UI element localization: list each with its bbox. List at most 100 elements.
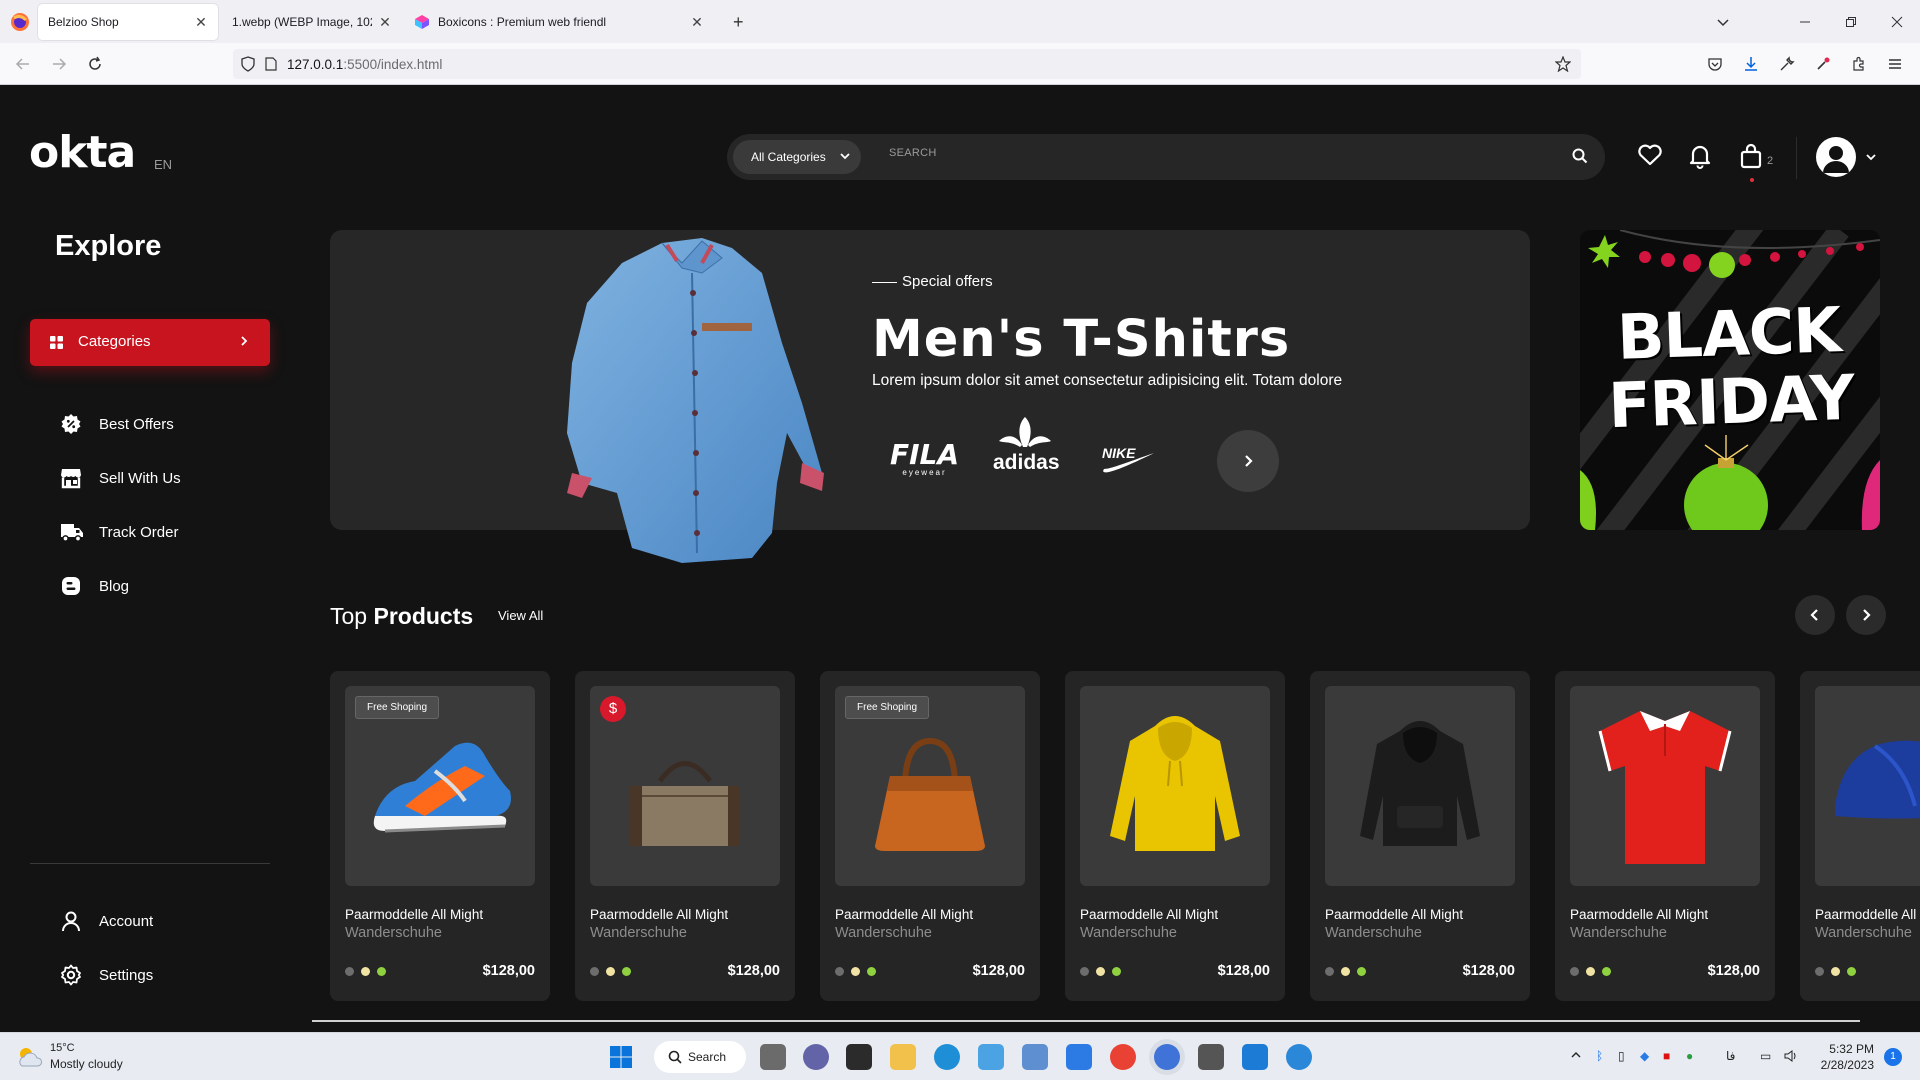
file-explorer-icon[interactable]: [890, 1044, 916, 1070]
color-swatch[interactable]: [1325, 967, 1334, 976]
avatar[interactable]: [1816, 137, 1856, 177]
color-swatch[interactable]: [1341, 967, 1350, 976]
hero-next-button[interactable]: [1217, 430, 1279, 492]
nike-logo[interactable]: NIKE: [1100, 445, 1156, 475]
address-bar[interactable]: 127.0.0.1:5500/index.html: [233, 49, 1581, 79]
reload-icon[interactable]: [82, 51, 108, 77]
vscode-icon[interactable]: [1242, 1044, 1268, 1070]
close-tab-icon[interactable]: ✕: [194, 15, 208, 29]
carousel-next-button[interactable]: [1846, 595, 1886, 635]
product-image[interactable]: [1080, 686, 1270, 886]
color-swatch[interactable]: [1357, 967, 1366, 976]
wrench-icon[interactable]: [1774, 51, 1800, 77]
horizontal-scrollbar[interactable]: [312, 1020, 1860, 1022]
color-swatch[interactable]: [1847, 967, 1856, 976]
okta-logo[interactable]: okta: [29, 127, 136, 178]
taskbar-search[interactable]: Search: [654, 1041, 746, 1073]
volume-icon[interactable]: [1783, 1049, 1799, 1063]
tab-belzioo-shop[interactable]: Belzioo Shop ✕: [38, 4, 218, 40]
language-switch[interactable]: EN: [154, 157, 172, 172]
product-image[interactable]: Free Shoping: [835, 686, 1025, 886]
restore-icon[interactable]: [1828, 0, 1874, 43]
download-icon[interactable]: [1738, 51, 1764, 77]
color-swatch[interactable]: [867, 967, 876, 976]
network-app-icon[interactable]: ●: [1686, 1049, 1693, 1063]
black-friday-banner[interactable]: BLACK FRIDAY: [1580, 230, 1880, 530]
list-tabs-icon[interactable]: [1700, 0, 1746, 43]
edge-icon[interactable]: [934, 1044, 960, 1070]
color-swatch[interactable]: [1096, 967, 1105, 976]
close-tab-icon[interactable]: ✕: [690, 15, 704, 29]
view-all-link[interactable]: View All: [498, 608, 543, 623]
bookmark-star-icon[interactable]: [1555, 56, 1571, 72]
forward-arrow-icon[interactable]: [46, 51, 72, 77]
task-view-icon[interactable]: [760, 1044, 786, 1070]
product-image[interactable]: Free Shoping: [345, 686, 535, 886]
color-swatch[interactable]: [835, 967, 844, 976]
color-swatch[interactable]: [1831, 967, 1840, 976]
shield-icon[interactable]: [241, 56, 255, 72]
carousel-prev-button[interactable]: [1795, 595, 1835, 635]
search-icon[interactable]: [1571, 147, 1589, 165]
usb-icon[interactable]: ▯: [1618, 1049, 1625, 1063]
color-swatch[interactable]: [377, 967, 386, 976]
sidebar-item-sell-with-us[interactable]: Sell With Us: [60, 465, 181, 491]
eyedropper-icon[interactable]: [1810, 51, 1836, 77]
photos-icon[interactable]: [978, 1044, 1004, 1070]
chrome-icon[interactable]: [1110, 1044, 1136, 1070]
color-swatch[interactable]: [345, 967, 354, 976]
store-app-icon[interactable]: [1066, 1044, 1092, 1070]
product-card[interactable]: Paarmoddelle All Might Wanderschuhe $128…: [1065, 671, 1285, 1001]
menu-icon[interactable]: [1882, 51, 1908, 77]
pocket-icon[interactable]: [1702, 51, 1728, 77]
product-card[interactable]: Free Shoping Paarmoddelle All Might Wand…: [820, 671, 1040, 1001]
tab-webp-image[interactable]: 1.webp (WEBP Image, 1024 × 767 pi ✕: [222, 4, 402, 40]
bell-icon[interactable]: [1688, 143, 1712, 169]
adidas-logo[interactable]: adidas: [993, 415, 1060, 475]
category-select[interactable]: All Categories: [733, 140, 861, 174]
cloudy-weather-icon[interactable]: [14, 1045, 44, 1069]
back-arrow-icon[interactable]: [10, 51, 36, 77]
color-swatch[interactable]: [361, 967, 370, 976]
product-card[interactable]: Paarmoddelle All Might Wanderschuhe $128…: [1555, 671, 1775, 1001]
page-icon[interactable]: [265, 57, 277, 71]
app-tray-icon[interactable]: ■: [1663, 1049, 1670, 1063]
product-card[interactable]: Paarmoddelle All Wanderschuhe: [1800, 671, 1920, 1001]
display-icon[interactable]: ▭: [1760, 1049, 1771, 1063]
chat-app-icon[interactable]: [1286, 1044, 1312, 1070]
clock-date[interactable]: 2/28/2023: [1812, 1058, 1874, 1072]
tab-boxicons[interactable]: Boxicons : Premium web friendl ✕: [404, 4, 714, 40]
color-swatch[interactable]: [1570, 967, 1579, 976]
close-tab-icon[interactable]: ✕: [378, 15, 392, 29]
sidebar-item-track-order[interactable]: Track Order: [60, 519, 178, 545]
shopping-bag-icon[interactable]: [1739, 143, 1763, 169]
color-swatch[interactable]: [590, 967, 599, 976]
input-language[interactable]: فا: [1726, 1049, 1735, 1063]
bluetooth-icon[interactable]: ᛒ: [1596, 1049, 1603, 1063]
heart-icon[interactable]: [1637, 143, 1663, 167]
color-swatch[interactable]: [1586, 967, 1595, 976]
teams-icon[interactable]: [803, 1044, 829, 1070]
sidebar-item-account[interactable]: Account: [60, 908, 153, 934]
color-swatch[interactable]: [1112, 967, 1121, 976]
search-input[interactable]: SEARCH: [889, 147, 937, 159]
color-swatch[interactable]: [1080, 967, 1089, 976]
product-image[interactable]: [1815, 686, 1920, 886]
color-swatch[interactable]: [1602, 967, 1611, 976]
new-tab-icon[interactable]: +: [733, 12, 744, 33]
product-image[interactable]: [1325, 686, 1515, 886]
sidebar-item-blog[interactable]: Blog: [60, 573, 129, 599]
security-icon[interactable]: ◆: [1640, 1049, 1649, 1063]
close-window-icon[interactable]: [1874, 0, 1920, 43]
extensions-icon[interactable]: [1846, 51, 1872, 77]
product-card[interactable]: Paarmoddelle All Might Wanderschuhe $128…: [1310, 671, 1530, 1001]
color-swatch[interactable]: [622, 967, 631, 976]
windows-start-icon[interactable]: [608, 1044, 634, 1070]
categories-button[interactable]: Categories: [30, 319, 270, 366]
color-swatch[interactable]: [851, 967, 860, 976]
product-image[interactable]: $: [590, 686, 780, 886]
color-swatch[interactable]: [1815, 967, 1824, 976]
sidebar-item-settings[interactable]: Settings: [60, 962, 153, 988]
product-image[interactable]: [1570, 686, 1760, 886]
chevron-down-icon[interactable]: [1865, 151, 1877, 163]
